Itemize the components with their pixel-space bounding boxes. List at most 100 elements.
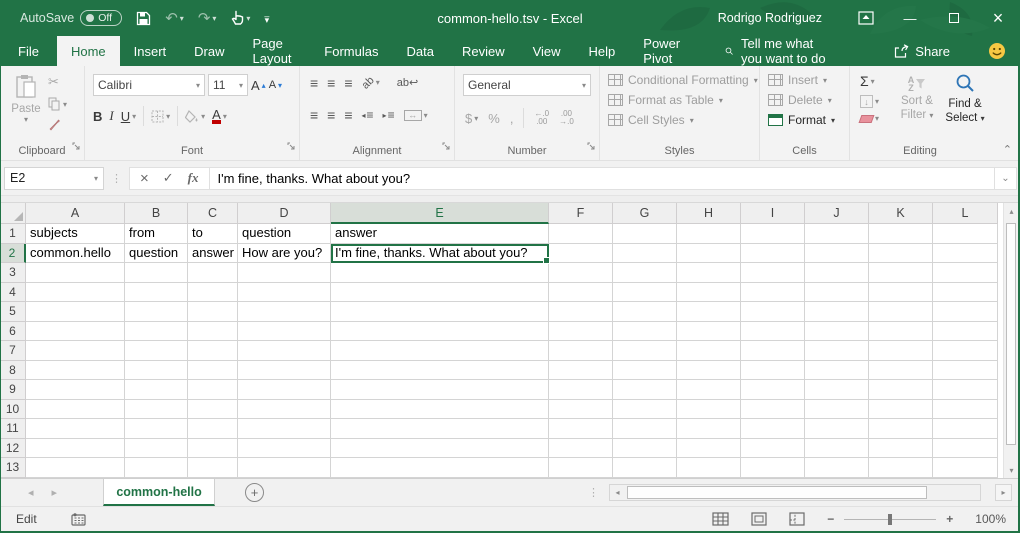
cell-D1[interactable]: question	[238, 224, 331, 244]
cell-E3[interactable]	[331, 263, 549, 283]
user-name[interactable]: Rodrigo Rodriguez	[718, 11, 822, 25]
cell-L9[interactable]	[933, 380, 998, 400]
cell-G2[interactable]	[613, 244, 677, 264]
scroll-left-icon[interactable]: ◂	[610, 488, 625, 497]
redo-button[interactable]: ↷▾	[198, 9, 217, 27]
cell-E5[interactable]	[331, 302, 549, 322]
cell-E6[interactable]	[331, 322, 549, 342]
cell-D5[interactable]	[238, 302, 331, 322]
cell-F7[interactable]	[549, 341, 613, 361]
cell-L6[interactable]	[933, 322, 998, 342]
cell-E10[interactable]	[331, 400, 549, 420]
cell-L2[interactable]	[933, 244, 998, 264]
cell-C3[interactable]	[188, 263, 238, 283]
tab-page-layout[interactable]: Page Layout	[239, 36, 311, 66]
cell-H4[interactable]	[677, 283, 741, 303]
insert-function-button[interactable]: fx	[188, 170, 199, 186]
macro-record-button[interactable]	[71, 513, 86, 526]
tell-me-search[interactable]: Tell me what you want to do	[725, 36, 834, 66]
cell-L4[interactable]	[933, 283, 998, 303]
cell-F1[interactable]	[549, 224, 613, 244]
redo-dropdown-icon[interactable]: ▾	[212, 14, 216, 23]
font-size-select[interactable]: 11 ▾	[208, 74, 248, 96]
zoom-in-button[interactable]: +	[946, 512, 953, 526]
cell-G10[interactable]	[613, 400, 677, 420]
cell-styles-button[interactable]: Cell Styles ▾	[608, 113, 758, 127]
cell-I13[interactable]	[741, 458, 805, 478]
tab-formulas[interactable]: Formulas	[310, 36, 392, 66]
currency-format-button[interactable]: $▾	[465, 111, 478, 126]
comma-format-button[interactable]: ,	[510, 111, 514, 126]
cell-E7[interactable]	[331, 341, 549, 361]
cell-E4[interactable]	[331, 283, 549, 303]
row-header-13[interactable]: 13	[0, 458, 26, 478]
scroll-down-icon[interactable]: ▾	[1004, 462, 1019, 478]
paste-dropdown-icon[interactable]: ▾	[7, 115, 45, 124]
cell-K12[interactable]	[869, 439, 933, 459]
cell-G11[interactable]	[613, 419, 677, 439]
cell-E11[interactable]	[331, 419, 549, 439]
cell-C10[interactable]	[188, 400, 238, 420]
increase-decimal-button[interactable]: ←.0.00	[534, 110, 549, 126]
cell-B2[interactable]: question	[125, 244, 188, 264]
cell-A10[interactable]	[26, 400, 125, 420]
tab-scroll-split-handle[interactable]: ⋮	[588, 486, 609, 499]
cell-D4[interactable]	[238, 283, 331, 303]
delete-cells-button[interactable]: Delete ▾	[768, 93, 835, 107]
cell-I10[interactable]	[741, 400, 805, 420]
cell-A11[interactable]	[26, 419, 125, 439]
cell-G6[interactable]	[613, 322, 677, 342]
enter-button[interactable]: ✓	[163, 170, 174, 186]
cell-D3[interactable]	[238, 263, 331, 283]
cell-G4[interactable]	[613, 283, 677, 303]
column-header-K[interactable]: K	[869, 203, 933, 224]
cell-A4[interactable]	[26, 283, 125, 303]
cell-I12[interactable]	[741, 439, 805, 459]
wrap-text-button[interactable]: ab↩	[397, 76, 418, 89]
cell-J2[interactable]	[805, 244, 869, 264]
cell-G7[interactable]	[613, 341, 677, 361]
cell-L10[interactable]	[933, 400, 998, 420]
cell-A5[interactable]	[26, 302, 125, 322]
fill-color-button[interactable]: ▾	[185, 110, 205, 123]
sheet-tab-common-hello[interactable]: common-hello	[103, 479, 215, 506]
cell-I7[interactable]	[741, 341, 805, 361]
tab-help[interactable]: Help	[575, 36, 630, 66]
formula-bar-resize-handle[interactable]: ⋮	[104, 172, 129, 185]
clear-dropdown-icon[interactable]: ▾	[875, 114, 879, 123]
sheet-prev-button[interactable]: ◂	[28, 486, 34, 499]
borders-dropdown-icon[interactable]: ▾	[166, 112, 170, 121]
row-header-1[interactable]: 1	[0, 224, 26, 244]
cell-G5[interactable]	[613, 302, 677, 322]
cell-D7[interactable]	[238, 341, 331, 361]
align-top-button[interactable]: ≡	[310, 77, 318, 89]
cell-E9[interactable]	[331, 380, 549, 400]
cell-C9[interactable]	[188, 380, 238, 400]
row-header-10[interactable]: 10	[0, 400, 26, 420]
zoom-out-button[interactable]: −	[827, 512, 834, 526]
sort-filter-button[interactable]: AZ Sort &Filter ▾	[894, 73, 940, 123]
cell-E1[interactable]: answer	[331, 224, 549, 244]
orientation-button[interactable]: ab▾	[362, 77, 380, 89]
undo-button[interactable]: ↶▾	[165, 9, 184, 27]
tab-review[interactable]: Review	[448, 36, 519, 66]
cell-D10[interactable]	[238, 400, 331, 420]
cell-B3[interactable]	[125, 263, 188, 283]
clear-button[interactable]: ▾	[860, 114, 879, 123]
cell-F11[interactable]	[549, 419, 613, 439]
cell-F12[interactable]	[549, 439, 613, 459]
cell-H7[interactable]	[677, 341, 741, 361]
align-right-button[interactable]: ≡	[344, 109, 352, 121]
cell-B7[interactable]	[125, 341, 188, 361]
cell-D11[interactable]	[238, 419, 331, 439]
cell-G13[interactable]	[613, 458, 677, 478]
maximize-button[interactable]	[932, 0, 976, 36]
align-left-button[interactable]: ≡	[310, 109, 318, 121]
increase-font-size-button[interactable]: A▴	[251, 78, 266, 93]
cell-G9[interactable]	[613, 380, 677, 400]
alignment-dialog-launcher[interactable]	[442, 138, 451, 156]
cell-J3[interactable]	[805, 263, 869, 283]
cell-J11[interactable]	[805, 419, 869, 439]
cell-E8[interactable]	[331, 361, 549, 381]
cell-E13[interactable]	[331, 458, 549, 478]
